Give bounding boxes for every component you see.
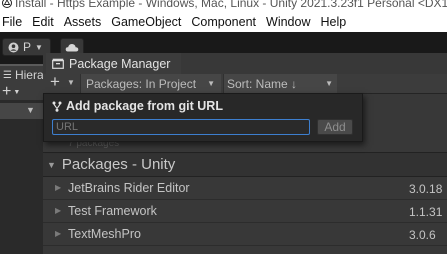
package-icon [52, 58, 64, 69]
package-version: 3.0.6 [409, 228, 436, 242]
hierarchy-body [0, 100, 46, 254]
menu-window[interactable]: Window [265, 15, 318, 29]
git-url-input[interactable] [52, 119, 310, 135]
account-icon [8, 42, 19, 52]
chevron-down-icon: ▼ [13, 88, 21, 96]
window-titlebar: Install - Https Example - Windows, Mac, … [0, 0, 447, 12]
chevron-down-icon: ▼ [325, 79, 333, 88]
package-name: TextMeshPro [68, 227, 141, 241]
expand-arrow-icon: ▼ [26, 105, 35, 115]
package-name: JetBrains Rider Editor [68, 181, 190, 195]
git-branch-icon [52, 101, 62, 112]
tab-package-manager[interactable]: Package Manager [46, 53, 181, 74]
expand-arrow-icon: ▼ [47, 159, 56, 170]
package-group-header[interactable]: ▼ Packages - Unity [43, 152, 447, 177]
list-item[interactable]: ▶ TextMeshPro 3.0.6 [43, 223, 447, 246]
package-name: Test Framework [68, 204, 157, 218]
chevron-down-icon: ▼ [207, 79, 215, 88]
chevron-down-icon: ▼ [67, 78, 75, 87]
add-package-button[interactable]: + [50, 73, 60, 91]
menu-edit[interactable]: Edit [31, 15, 62, 29]
sort-dropdown[interactable]: Sort: Name ↓ ▼ [223, 74, 337, 93]
collapse-arrow-icon: ▶ [55, 229, 62, 238]
menu-file[interactable]: File [1, 15, 30, 29]
sort-label: Sort: Name ↓ [227, 76, 298, 91]
git-url-popup-title: Add package from git URL [52, 99, 223, 113]
git-url-popup-title-label: Add package from git URL [66, 99, 223, 113]
account-label: P [23, 40, 32, 54]
hierarchy-add-button[interactable]: + [2, 84, 11, 100]
package-version: 3.0.18 [409, 182, 443, 196]
list-item[interactable]: ▶ JetBrains Rider Editor 3.0.18 [43, 177, 447, 200]
package-group-title: Packages - Unity [61, 156, 176, 173]
add-git-url-button[interactable]: Add [317, 119, 353, 135]
window-title: Install - Https Example - Windows, Mac, … [15, 0, 447, 10]
menu-help[interactable]: Help [319, 15, 354, 29]
menu-assets[interactable]: Assets [63, 15, 110, 29]
hierarchy-tab-label: Hiera [14, 68, 44, 82]
list-icon: ☰ [3, 69, 12, 81]
collapse-arrow-icon: ▶ [55, 206, 62, 215]
package-version: 1.1.31 [409, 205, 443, 219]
menu-component[interactable]: Component [190, 15, 264, 29]
unity-logo-icon [2, 0, 12, 8]
packages-filter-dropdown[interactable]: Packages: In Project ▼ [80, 74, 221, 93]
package-manager-tab-label: Package Manager [69, 56, 171, 71]
collapse-arrow-icon: ▶ [55, 183, 62, 192]
chevron-down-icon: ▼ [35, 42, 43, 52]
packages-filter-label: Packages: In Project [86, 76, 197, 91]
menu-gameobject[interactable]: GameObject [110, 15, 189, 29]
list-item[interactable]: ▶ Test Framework 1.1.31 [43, 200, 447, 223]
tab-hierarchy[interactable]: ☰ Hiera [0, 64, 46, 84]
hierarchy-selected-row[interactable]: ▼ [0, 103, 46, 119]
menu-bar: File Edit Assets GameObject Component Wi… [0, 12, 447, 32]
cloud-icon [65, 43, 79, 51]
hierarchy-toolbar: + ▼ [0, 84, 46, 100]
